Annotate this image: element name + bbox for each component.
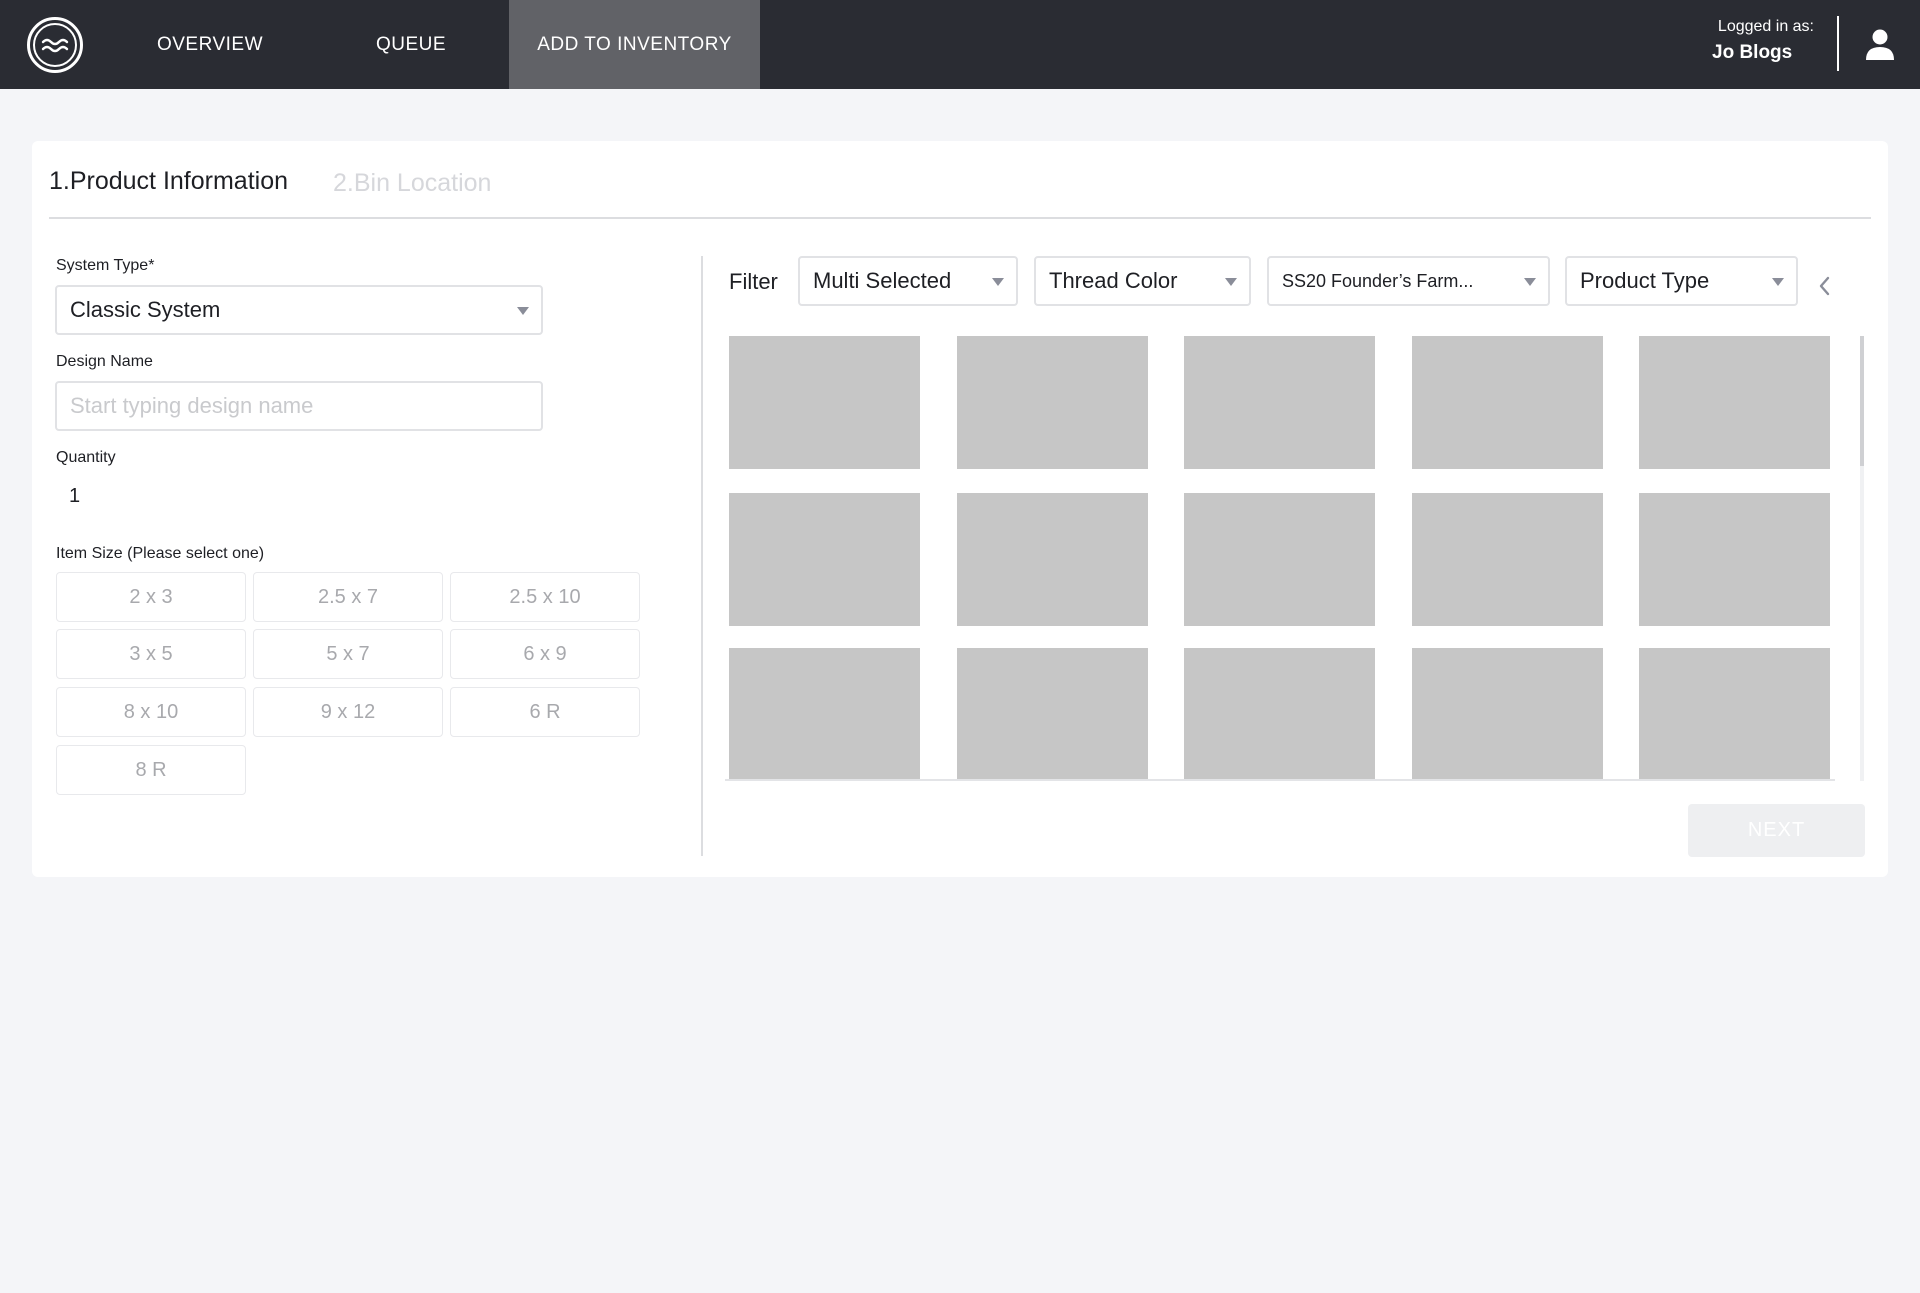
user-account-icon[interactable]	[1864, 28, 1896, 62]
filter-thread-color-value: Thread Color	[1049, 268, 1178, 293]
size-option-2x3[interactable]: 2 x 3	[56, 572, 246, 622]
design-thumbnail[interactable]	[1412, 648, 1603, 781]
design-thumbnail[interactable]	[1412, 336, 1603, 469]
logged-in-label: Logged in as:	[1717, 18, 1814, 35]
design-thumbnail[interactable]	[729, 493, 920, 626]
system-type-value: Classic System	[70, 297, 221, 322]
nav-overview[interactable]: OVERVIEW	[130, 0, 290, 89]
design-thumbnail[interactable]	[729, 336, 920, 469]
design-name-input[interactable]	[55, 381, 543, 431]
size-option-9x12[interactable]: 9 x 12	[253, 687, 443, 737]
item-size-label: Item Size (Please select one)	[56, 545, 265, 562]
system-type-select[interactable]: Classic System	[55, 285, 543, 335]
system-type-label: System Type*	[56, 257, 155, 274]
chevron-left-icon[interactable]	[1815, 274, 1835, 298]
design-name-label: Design Name	[56, 353, 153, 370]
size-option-8x10[interactable]: 8 x 10	[56, 687, 246, 737]
quantity-label: Quantity	[56, 449, 116, 466]
size-option-8r[interactable]: 8 R	[56, 745, 246, 795]
column-divider	[701, 256, 703, 856]
design-thumbnail[interactable]	[1184, 648, 1375, 781]
gallery-bottom-rule	[725, 779, 1835, 781]
design-gallery-grid	[729, 336, 1869, 781]
step-bin-location[interactable]: 2.Bin Location	[333, 169, 491, 198]
filter-product-type-select[interactable]: Product Type	[1565, 256, 1798, 306]
filter-thread-color-select[interactable]: Thread Color	[1034, 256, 1251, 306]
design-thumbnail[interactable]	[1184, 336, 1375, 469]
design-thumbnail[interactable]	[1639, 648, 1830, 781]
chevron-down-icon	[1524, 278, 1536, 286]
design-thumbnail[interactable]	[957, 493, 1148, 626]
nav-divider	[1837, 16, 1839, 71]
design-thumbnail[interactable]	[1639, 336, 1830, 469]
gallery-scrollbar-thumb[interactable]	[1860, 336, 1864, 466]
size-option-2.5x7[interactable]: 2.5 x 7	[253, 572, 443, 622]
chevron-down-icon	[1225, 278, 1237, 286]
filter-multi-select[interactable]: Multi Selected	[798, 256, 1018, 306]
filter-multi-value: Multi Selected	[813, 268, 952, 293]
nav-add-to-inventory[interactable]: ADD TO INVENTORY	[509, 0, 760, 89]
app-logo[interactable]	[27, 17, 83, 73]
next-button[interactable]: NEXT	[1688, 804, 1865, 857]
design-thumbnail[interactable]	[1639, 493, 1830, 626]
size-option-5x7[interactable]: 5 x 7	[253, 629, 443, 679]
size-option-2.5x10[interactable]: 2.5 x 10	[450, 572, 640, 622]
design-thumbnail[interactable]	[957, 336, 1148, 469]
quantity-field[interactable]: 1	[69, 485, 80, 508]
filter-collection-value: SS20 Founder’s Farm...	[1282, 270, 1474, 291]
top-nav-bar: OVERVIEW QUEUE ADD TO INVENTORY Logged i…	[0, 0, 1920, 89]
waves-logo-icon	[33, 23, 77, 67]
chevron-down-icon	[517, 307, 529, 315]
chevron-down-icon	[1772, 278, 1784, 286]
size-option-6r[interactable]: 6 R	[450, 687, 640, 737]
design-thumbnail[interactable]	[729, 648, 920, 781]
user-name: Jo Blogs	[1712, 42, 1793, 63]
size-option-3x5[interactable]: 3 x 5	[56, 629, 246, 679]
filter-product-type-value: Product Type	[1580, 268, 1710, 293]
nav-queue[interactable]: QUEUE	[340, 0, 482, 89]
filter-collection-select[interactable]: SS20 Founder’s Farm...	[1267, 256, 1550, 306]
design-thumbnail[interactable]	[1412, 493, 1603, 626]
chevron-down-icon	[992, 278, 1004, 286]
design-thumbnail[interactable]	[957, 648, 1148, 781]
filter-label: Filter	[729, 269, 778, 294]
steps-divider	[49, 217, 1871, 219]
add-inventory-card: 1.Product Information 2.Bin Location Sys…	[32, 141, 1888, 877]
design-thumbnail[interactable]	[1184, 493, 1375, 626]
step-product-information[interactable]: 1.Product Information	[49, 167, 288, 196]
size-option-6x9[interactable]: 6 x 9	[450, 629, 640, 679]
